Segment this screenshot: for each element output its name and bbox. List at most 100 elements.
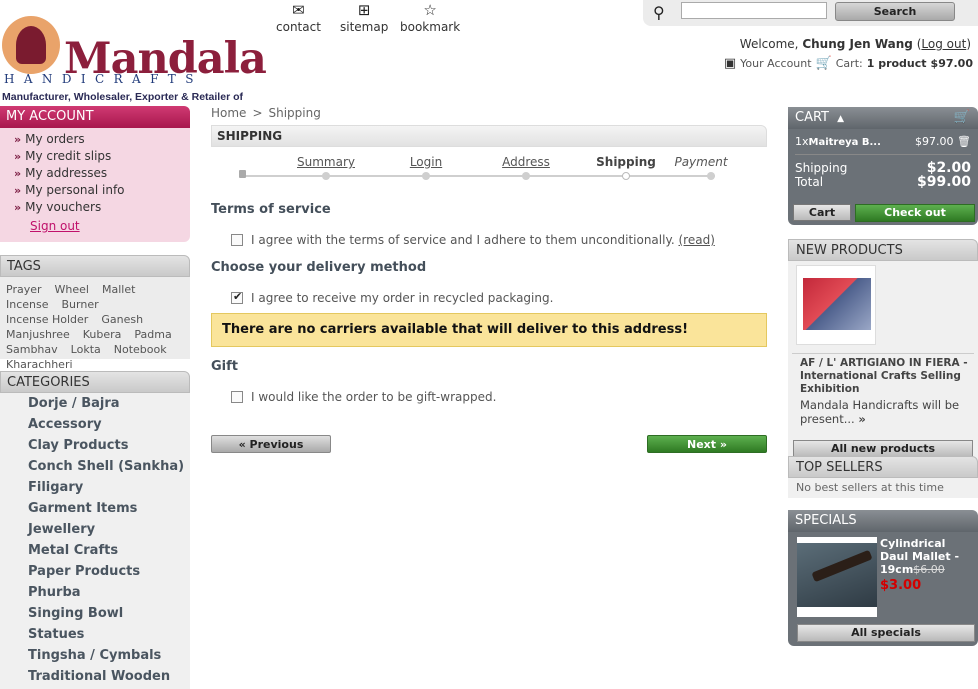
tag-link[interactable]: Notebook	[114, 342, 167, 357]
cart-total-row: Total $99.00	[795, 175, 971, 189]
new-products-block: NEW PRODUCTS AF / L' ARTIGIANO IN FIERA …	[788, 239, 978, 463]
special-product-image[interactable]	[797, 537, 877, 617]
cart-item-price: $97.00	[915, 135, 954, 148]
category-link[interactable]: Clay Products	[28, 438, 190, 453]
cart-count[interactable]: 1 product	[867, 57, 927, 70]
category-link[interactable]: Conch Shell (Sankha)	[28, 459, 190, 474]
contact-link[interactable]: ✉ contact	[276, 2, 321, 34]
new-products-title: NEW PRODUCTS	[788, 239, 978, 261]
search-input[interactable]	[681, 2, 827, 19]
logout-link[interactable]: Log out	[921, 37, 966, 51]
tag-link[interactable]: Incense Holder	[6, 312, 88, 327]
sitemap-link[interactable]: ⊞ sitemap	[340, 2, 388, 34]
gift-checkbox[interactable]	[231, 391, 243, 403]
category-link[interactable]: Paper Products	[28, 564, 190, 579]
account-item-orders[interactable]: » My orders	[14, 132, 190, 149]
account-item-personal-info[interactable]: » My personal info	[14, 183, 190, 200]
site-logo[interactable]: Mandala HANDICRAFTS Manufacturer, Wholes…	[0, 14, 267, 106]
trash-icon[interactable]: 🗑	[957, 135, 971, 148]
breadcrumb-separator: >	[252, 106, 263, 120]
tag-link[interactable]: Padma	[134, 327, 171, 342]
tag-link[interactable]: Mallet	[102, 282, 135, 297]
sitemap-label: sitemap	[340, 20, 389, 34]
category-link[interactable]: Jewellery	[28, 522, 190, 537]
star-icon: ☆	[423, 1, 437, 19]
double-chevron-icon: »	[14, 150, 22, 163]
cart-item-name[interactable]: Maitreya B...	[809, 137, 881, 148]
cart-buttons: Cart Check out	[793, 204, 975, 222]
category-link[interactable]: Traditional Wooden	[28, 669, 190, 684]
tag-link[interactable]: Prayer	[6, 282, 42, 297]
breadcrumb-home[interactable]: Home	[211, 106, 246, 120]
categories-block: CATEGORIES Dorje / Bajra Accessory Clay …	[0, 371, 190, 689]
tags-block: TAGS Prayer Wheel Mallet Incense Burner …	[0, 255, 190, 371]
new-product-image[interactable]	[796, 265, 876, 345]
cart-button[interactable]: Cart	[793, 204, 851, 221]
gift-checkbox-row: I would like the order to be gift-wrappe…	[231, 390, 496, 404]
step-dot	[707, 172, 715, 180]
account-item-addresses[interactable]: » My addresses	[14, 166, 190, 183]
tag-link[interactable]: Ganesh	[101, 312, 143, 327]
category-link[interactable]: Statues	[28, 627, 190, 642]
account-item-vouchers[interactable]: » My vouchers	[14, 200, 190, 217]
category-link[interactable]: Filigary	[28, 480, 190, 495]
basket-icon: 🛒	[953, 110, 970, 125]
account-item-label: My orders	[25, 132, 85, 146]
cart-total-value: $99.00	[916, 174, 971, 190]
category-link[interactable]: Tingsha / Cymbals	[28, 648, 190, 663]
tag-link[interactable]: Kharachheri	[6, 357, 73, 372]
tag-link[interactable]: Kubera	[83, 327, 122, 342]
new-product-name[interactable]: AF / L' ARTIGIANO IN FIERA - Internation…	[792, 353, 974, 396]
your-account-link[interactable]: Your Account	[740, 57, 811, 70]
new-product-desc-text: Mandala Handicrafts will be present...	[800, 398, 960, 426]
double-chevron-icon[interactable]: »	[858, 412, 865, 426]
buddha-icon	[16, 26, 46, 64]
contact-label: contact	[276, 20, 321, 34]
category-link[interactable]: Garment Items	[28, 501, 190, 516]
step-dot	[522, 172, 530, 180]
tag-link[interactable]: Lokta	[71, 342, 101, 357]
account-item-credit-slips[interactable]: » My credit slips	[14, 149, 190, 166]
cart-shipping-label: Shipping	[795, 161, 848, 175]
logo-emblem	[2, 16, 60, 74]
breadcrumb: Home > Shipping	[211, 106, 321, 120]
tag-link[interactable]: Manjushree	[6, 327, 70, 342]
top-sellers-title: TOP SELLERS	[788, 456, 978, 478]
account-item-label: My credit slips	[25, 149, 112, 163]
tag-link[interactable]: Sambhav	[6, 342, 58, 357]
terms-read-link[interactable]: (read)	[678, 233, 714, 247]
step-login[interactable]: Login	[410, 155, 442, 169]
collapse-arrow-icon[interactable]: ▲	[837, 114, 844, 124]
tag-link[interactable]: Burner	[62, 297, 99, 312]
category-link[interactable]: Phurba	[28, 585, 190, 600]
all-specials-button[interactable]: All specials	[797, 624, 975, 642]
category-link[interactable]: Dorje / Bajra	[28, 396, 190, 411]
cart-link-label[interactable]: Cart:	[836, 57, 863, 70]
terms-checkbox[interactable]	[231, 234, 243, 246]
search-bar: ⚲ Search	[643, 0, 978, 26]
special-product-name[interactable]: Cylindrical Daul Mallet - 19cm$6.00	[880, 537, 970, 576]
step-summary[interactable]: Summary	[297, 155, 355, 169]
tag-link[interactable]: Wheel	[55, 282, 89, 297]
bookmark-link[interactable]: ☆ bookmark	[400, 2, 460, 34]
top-sellers-text: No best sellers at this time	[788, 478, 978, 498]
top-sellers-block: TOP SELLERS No best sellers at this time	[788, 456, 978, 498]
envelope-icon: ✉	[292, 1, 305, 19]
search-button[interactable]: Search	[835, 2, 955, 21]
previous-button[interactable]: « Previous	[211, 435, 331, 453]
terms-text: I agree with the terms of service and I …	[251, 233, 675, 247]
welcome-text: Welcome,	[739, 37, 799, 51]
category-link[interactable]: Accessory	[28, 417, 190, 432]
sign-out-link[interactable]: Sign out	[30, 219, 190, 233]
category-link[interactable]: Metal Crafts	[28, 543, 190, 558]
categories-list: Dorje / Bajra Accessory Clay Products Co…	[0, 393, 190, 689]
cart-title: CART	[795, 110, 829, 125]
category-link[interactable]: Singing Bowl	[28, 606, 190, 621]
recycled-checkbox[interactable]	[231, 290, 243, 304]
step-address[interactable]: Address	[502, 155, 550, 169]
tag-link[interactable]: Incense	[6, 297, 49, 312]
next-button[interactable]: Next »	[647, 435, 767, 453]
gift-title: Gift	[211, 359, 238, 374]
checkout-button[interactable]: Check out	[855, 204, 975, 222]
step-dot	[422, 172, 430, 180]
